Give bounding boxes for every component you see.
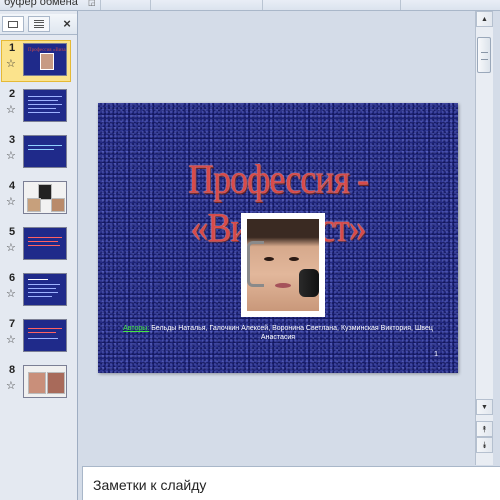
dialog-launcher-icon[interactable]: ◲	[88, 0, 96, 7]
photo-eye	[264, 257, 274, 261]
slide-preview	[23, 89, 67, 122]
slide-preview	[23, 227, 67, 260]
scroll-thumb[interactable]	[477, 37, 491, 73]
scroll-up-button[interactable]: ▲	[476, 11, 493, 27]
slide-number-field: 1	[434, 351, 438, 358]
slide-number: 4	[9, 180, 16, 192]
slide-thumbnail-2[interactable]: 2 ☆	[0, 86, 77, 130]
slide-preview	[23, 273, 67, 306]
transition-star-icon: ☆	[6, 380, 16, 392]
makeup-brush	[299, 269, 319, 297]
slide-thumbnail-7[interactable]: 7 ☆	[0, 316, 77, 360]
panel-tabs: ×	[0, 14, 77, 35]
transition-star-icon: ☆	[6, 150, 16, 162]
ribbon-separator	[150, 0, 151, 10]
authors-label: Авторы:	[123, 325, 150, 332]
next-slide-button[interactable]: ⯯	[476, 437, 493, 453]
slide-number: 2	[9, 88, 16, 100]
slide-preview	[23, 319, 67, 352]
notes-pane[interactable]: Заметки к слайду	[82, 466, 500, 500]
clipboard-group-label: буфер обмена	[4, 0, 78, 8]
slide-thumbnail-5[interactable]: 5 ☆	[0, 224, 77, 268]
slide-number: 6	[9, 272, 16, 284]
slides-tab-icon	[8, 20, 18, 28]
photo-eye	[289, 257, 299, 261]
transition-star-icon: ☆	[6, 196, 16, 208]
slide-thumbnail-1[interactable]: 1 ☆ Профессия «Визажист»	[0, 40, 77, 84]
slide-thumbnail-4[interactable]: 4 ☆	[0, 178, 77, 222]
slide-thumbnail-6[interactable]: 6 ☆	[0, 270, 77, 314]
transition-star-icon: ☆	[6, 334, 16, 346]
notes-placeholder: Заметки к слайду	[93, 477, 207, 493]
preview-photo	[40, 53, 54, 70]
slide-number: 8	[9, 364, 16, 376]
slide-number: 5	[9, 226, 16, 238]
face-photo	[247, 219, 319, 311]
slide-preview	[23, 365, 67, 398]
tab-slides[interactable]	[2, 16, 24, 32]
tab-outline[interactable]	[28, 16, 50, 32]
authors-names: Бельды Наталья, Галочкин Алексей, Ворони…	[149, 325, 433, 341]
slide-number: 7	[9, 318, 16, 330]
previous-slide-button[interactable]: ⯭	[476, 421, 493, 437]
authors-text[interactable]: Авторы: Бельды Наталья, Галочкин Алексей…	[112, 324, 444, 342]
ribbon-separator	[400, 0, 401, 10]
slide-preview	[23, 181, 67, 214]
outline-tab-icon	[34, 20, 44, 28]
scroll-down-button[interactable]: ▼	[476, 399, 493, 415]
slide-preview: Профессия «Визажист»	[23, 43, 67, 76]
slides-panel: × 1 ☆ Профессия «Визажист» 2 ☆ 3 ☆	[0, 11, 78, 500]
eyelash-curler	[247, 241, 264, 287]
ribbon: буфер обмена ◲	[0, 0, 500, 11]
slide-number: 1	[9, 42, 16, 54]
transition-star-icon: ☆	[6, 242, 16, 254]
close-panel-icon[interactable]: ×	[60, 17, 74, 31]
slide-photo[interactable]	[241, 213, 325, 317]
slide-thumbnail-3[interactable]: 3 ☆	[0, 132, 77, 176]
ribbon-separator	[100, 0, 101, 10]
transition-star-icon: ☆	[6, 58, 16, 70]
transition-star-icon: ☆	[6, 104, 16, 116]
slide-number: 3	[9, 134, 16, 146]
photo-lips	[275, 283, 291, 288]
transition-star-icon: ☆	[6, 288, 16, 300]
current-slide[interactable]: Профессия - «Визажист» Авторы: Бельды На…	[98, 103, 458, 373]
vertical-scrollbar[interactable]: ▲ ▼ ⯭ ⯯	[475, 11, 493, 465]
slide-thumbnail-8[interactable]: 8 ☆	[0, 362, 77, 406]
slide-editing-area: Профессия - «Визажист» Авторы: Бельды На…	[78, 11, 475, 465]
slide-preview	[23, 135, 67, 168]
ribbon-separator	[262, 0, 263, 10]
